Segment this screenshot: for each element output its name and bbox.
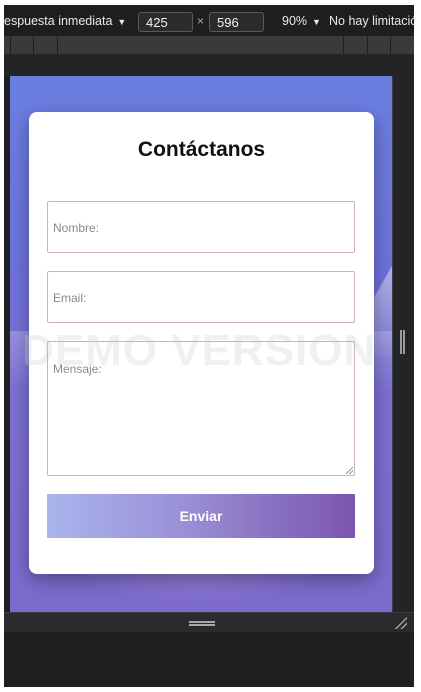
media-query-bar[interactable] [4, 36, 414, 54]
page-viewport: Contáctanos Nombre: Email: Mensaje: Envi… [10, 76, 392, 612]
textarea-resize-icon[interactable] [346, 467, 353, 474]
zoom-dropdown[interactable]: 90% ▼ [282, 5, 321, 35]
zoom-label: 90% [282, 14, 308, 28]
ruler-divider [33, 36, 34, 54]
form-title: Contáctanos [137, 138, 266, 161]
ruler-divider [343, 36, 344, 54]
responsive-label: espuesta inmediata [4, 14, 113, 28]
horizontal-resize-handle-icon[interactable] [189, 621, 215, 626]
devtools-bottom-space [4, 632, 414, 687]
ruler-divider [367, 36, 368, 54]
vertical-resize-handle-icon[interactable] [400, 330, 405, 354]
ruler-spacer [4, 54, 414, 76]
device-toolbar: espuesta inmediata ▼ 425 × 596 90% ▼ No ha… [4, 5, 414, 35]
device-emulation-frame: espuesta inmediata ▼ 425 × 596 90% ▼ No ha… [4, 5, 414, 687]
responsive-dropdown[interactable]: espuesta inmediata ▼ [4, 5, 126, 35]
submit-button[interactable]: Enviar [47, 494, 355, 538]
email-field[interactable]: Email: [47, 271, 355, 323]
width-input[interactable]: 425 [138, 12, 193, 32]
height-input[interactable]: 596 [209, 12, 264, 32]
throttling-dropdown[interactable]: No hay limitació [329, 5, 414, 35]
ruler-divider [57, 36, 58, 54]
corner-resize-icon[interactable] [395, 617, 407, 629]
name-field[interactable]: Nombre: [47, 201, 355, 253]
chevron-down-icon: ▼ [312, 17, 321, 27]
demo-watermark: DEMO VERSION [22, 326, 377, 375]
chevron-down-icon: ▼ [117, 17, 127, 27]
ruler-divider [390, 36, 391, 54]
email-placeholder: Email: [53, 291, 87, 305]
name-placeholder: Nombre: [53, 221, 100, 235]
ruler-divider [10, 36, 11, 54]
times-separator: × [197, 14, 205, 28]
